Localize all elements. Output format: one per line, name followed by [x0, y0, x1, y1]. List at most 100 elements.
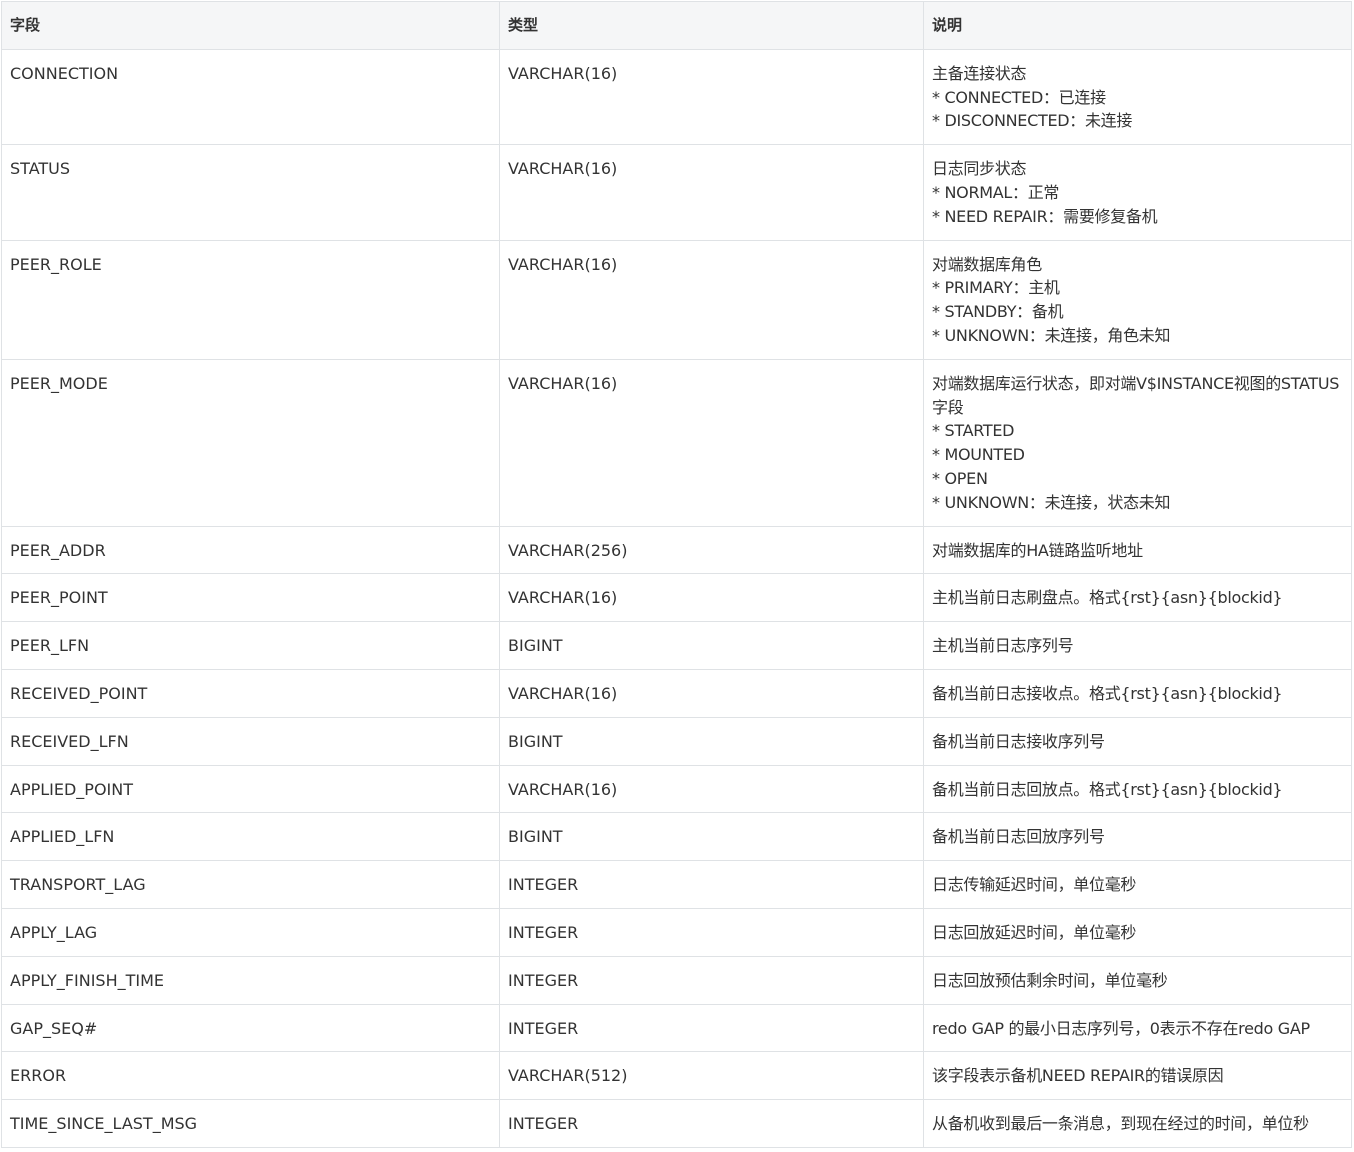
field-description-cell: 备机当前日志回放点。格式{rst}{asn}{blockid} [923, 764, 1352, 814]
field-description-cell: 备机当前日志接收序列号 [923, 716, 1352, 766]
field-name-cell: APPLIED_POINT [1, 764, 500, 814]
description-line: 该字段表示备机NEED REPAIR的错误原因 [932, 1066, 1224, 1086]
description-line: * NEED REPAIR：需要修复备机 [932, 206, 1158, 226]
field-description-cell: 主备连接状态 * CONNECTED：已连接 * DISCONNECTED：未连接 [923, 48, 1352, 146]
field-name-cell: RECEIVED_POINT [1, 668, 500, 718]
description-line: * PRIMARY：主机 [932, 278, 1060, 298]
header-type: 类型 [499, 1, 924, 50]
field-type-cell: INTEGER [499, 1099, 924, 1148]
field-name-cell: RECEIVED_LFN [1, 716, 500, 766]
description-line: 备机当前日志回放序列号 [932, 827, 1105, 847]
description-line: 主机当前日志序列号 [932, 636, 1074, 656]
field-description-cell: 日志回放延迟时间，单位毫秒 [923, 907, 1352, 957]
header-field: 字段 [1, 1, 500, 50]
table-row: STATUS VARCHAR(16) 日志同步状态 * NORMAL：正常 * NEED… [1, 144, 1352, 241]
table-row: TRANSPORT_LAG INTEGER 日志传输延迟时间，单位毫秒 [1, 860, 1352, 909]
field-description-cell: 对端数据库角色 * PRIMARY：主机 * STANDBY：备机 * UNKNOWN… [923, 239, 1352, 360]
field-name-cell: APPLIED_LFN [1, 812, 500, 862]
header-row: 字段 类型 说明 [1, 1, 1352, 50]
description-line: * UNKNOWN：未连接，角色未知 [932, 325, 1171, 345]
field-type-cell: VARCHAR(16) [499, 48, 924, 146]
field-name-cell: TRANSPORT_LAG [1, 860, 500, 909]
field-name-cell: PEER_MODE [1, 358, 500, 527]
field-name-cell: TIME_SINCE_LAST_MSG [1, 1099, 500, 1148]
field-type-cell: INTEGER [499, 955, 924, 1005]
description-line: redo GAP 的最小日志序列号，0表示不存在redo GAP [932, 1018, 1310, 1038]
field-description-cell: 备机当前日志回放序列号 [923, 812, 1352, 862]
description-line: 备机当前日志接收点。格式{rst}{asn}{blockid} [932, 683, 1283, 703]
description-line: * MOUNTED [932, 445, 1025, 465]
description-line: 备机当前日志接收序列号 [932, 731, 1105, 751]
description-line: * UNKNOWN：未连接，状态未知 [932, 492, 1171, 512]
description-line: 对端数据库的HA链路监听地址 [932, 540, 1143, 560]
table-row: RECEIVED_LFN BIGINT 备机当前日志接收序列号 [1, 716, 1352, 766]
field-description-cell: 主机当前日志刷盘点。格式{rst}{asn}{blockid} [923, 573, 1352, 623]
description-line: * OPEN [932, 468, 988, 488]
table-row: CONNECTION VARCHAR(16) 主备连接状态 * CONNECTED：已… [1, 48, 1352, 146]
description-line: 从备机收到最后一条消息，到现在经过的时间，单位秒 [932, 1114, 1309, 1134]
table-row: PEER_ADDR VARCHAR(256) 对端数据库的HA链路监听地址 [1, 525, 1352, 575]
table-row: GAP_SEQ# INTEGER redo GAP 的最小日志序列号，0表示不存在r… [1, 1003, 1352, 1053]
field-name-cell: ERROR [1, 1051, 500, 1101]
field-name-cell: APPLY_FINISH_TIME [1, 955, 500, 1005]
field-name-cell: STATUS [1, 144, 500, 241]
table-header: 字段 类型 说明 [1, 1, 1352, 50]
table-row: APPLY_FINISH_TIME INTEGER 日志回放预估剩余时间，单位毫秒 [1, 955, 1352, 1005]
table-row: APPLIED_POINT VARCHAR(16) 备机当前日志回放点。格式{rst… [1, 764, 1352, 814]
field-description-cell: 从备机收到最后一条消息，到现在经过的时间，单位秒 [923, 1099, 1352, 1148]
table-row: TIME_SINCE_LAST_MSG INTEGER 从备机收到最后一条消息，到现… [1, 1099, 1352, 1148]
field-type-cell: BIGINT [499, 812, 924, 862]
field-description-cell: redo GAP 的最小日志序列号，0表示不存在redo GAP [923, 1003, 1352, 1053]
field-type-cell: BIGINT [499, 621, 924, 670]
field-description-cell: 该字段表示备机NEED REPAIR的错误原因 [923, 1051, 1352, 1101]
field-name-cell: APPLY_LAG [1, 907, 500, 957]
field-description-cell: 对端数据库运行状态，即对端V$INSTANCE视图的STATUS字段 * STAR… [923, 358, 1352, 527]
field-name-cell: PEER_POINT [1, 573, 500, 623]
table-body: CONNECTION VARCHAR(16) 主备连接状态 * CONNECTED：已… [1, 48, 1352, 1148]
field-description-cell: 主机当前日志序列号 [923, 621, 1352, 670]
field-type-cell: VARCHAR(16) [499, 573, 924, 623]
description-line: * STANDBY：备机 [932, 302, 1064, 322]
field-name-cell: PEER_ROLE [1, 239, 500, 360]
field-type-cell: VARCHAR(16) [499, 358, 924, 527]
field-description-cell: 日志同步状态 * NORMAL：正常 * NEED REPAIR：需要修复备机 [923, 144, 1352, 241]
field-name-cell: CONNECTION [1, 48, 500, 146]
field-type-cell: VARCHAR(16) [499, 239, 924, 360]
field-type-cell: VARCHAR(16) [499, 668, 924, 718]
field-type-cell: VARCHAR(16) [499, 144, 924, 241]
table-row: APPLY_LAG INTEGER 日志回放延迟时间，单位毫秒 [1, 907, 1352, 957]
description-line: * CONNECTED：已连接 [932, 87, 1106, 107]
table-row: PEER_MODE VARCHAR(16) 对端数据库运行状态，即对端V$INSTA… [1, 358, 1352, 527]
field-description-cell: 对端数据库的HA链路监听地址 [923, 525, 1352, 575]
field-type-cell: INTEGER [499, 1003, 924, 1053]
field-type-cell: INTEGER [499, 860, 924, 909]
description-line: 日志回放预估剩余时间，单位毫秒 [932, 970, 1168, 990]
field-type-cell: INTEGER [499, 907, 924, 957]
table-row: ERROR VARCHAR(512) 该字段表示备机NEED REPAIR的错误原因 [1, 1051, 1352, 1101]
description-line: 对端数据库角色 [932, 254, 1042, 274]
description-line: * NORMAL：正常 [932, 182, 1060, 202]
description-line: 对端数据库运行状态，即对端V$INSTANCE视图的STATUS字段 [932, 373, 1340, 417]
description-line: 日志同步状态 [932, 159, 1027, 179]
field-definition-table: 字段 类型 说明 CONNECTION VARCHAR(16) 主备连接状态 * CO… [1, 1, 1352, 1148]
field-type-cell: VARCHAR(16) [499, 764, 924, 814]
description-line: * STARTED [932, 421, 1015, 441]
table-row: PEER_ROLE VARCHAR(16) 对端数据库角色 * PRIMARY：主机 *… [1, 239, 1352, 360]
table-row: APPLIED_LFN BIGINT 备机当前日志回放序列号 [1, 812, 1352, 862]
description-line: 日志传输延迟时间，单位毫秒 [932, 875, 1137, 895]
table-row: PEER_LFN BIGINT 主机当前日志序列号 [1, 621, 1352, 670]
table-row: RECEIVED_POINT VARCHAR(16) 备机当前日志接收点。格式{rs… [1, 668, 1352, 718]
field-name-cell: PEER_ADDR [1, 525, 500, 575]
field-description-cell: 备机当前日志接收点。格式{rst}{asn}{blockid} [923, 668, 1352, 718]
field-type-cell: VARCHAR(256) [499, 525, 924, 575]
field-type-cell: VARCHAR(512) [499, 1051, 924, 1101]
description-line: 备机当前日志回放点。格式{rst}{asn}{blockid} [932, 779, 1283, 799]
field-type-cell: BIGINT [499, 716, 924, 766]
table-row: PEER_POINT VARCHAR(16) 主机当前日志刷盘点。格式{rst}{a… [1, 573, 1352, 623]
description-line: * DISCONNECTED：未连接 [932, 111, 1133, 131]
field-name-cell: PEER_LFN [1, 621, 500, 670]
header-description: 说明 [923, 1, 1352, 50]
field-name-cell: GAP_SEQ# [1, 1003, 500, 1053]
description-line: 日志回放延迟时间，单位毫秒 [932, 922, 1137, 942]
field-description-cell: 日志传输延迟时间，单位毫秒 [923, 860, 1352, 909]
